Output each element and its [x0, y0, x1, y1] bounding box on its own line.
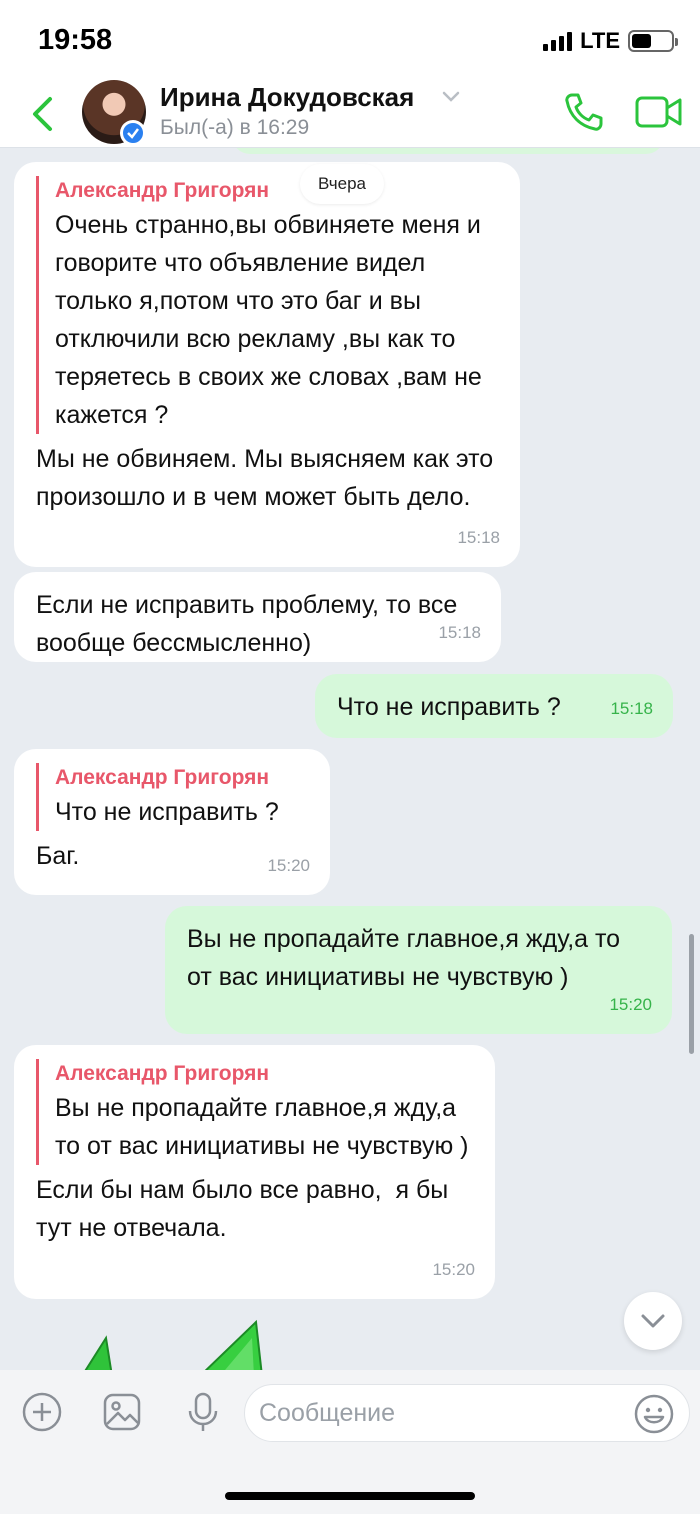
call-button[interactable] — [562, 90, 606, 134]
attach-button[interactable] — [20, 1390, 64, 1434]
date-separator: Вчера — [300, 164, 384, 204]
verified-badge-icon — [120, 120, 146, 146]
message-bubble[interactable]: Александр Григорян Вы не пропадайте глав… — [14, 1045, 495, 1299]
chevron-down-icon — [641, 1314, 665, 1328]
chat-header: Ирина Докудовская Был(-а) в 16:29 — [0, 80, 700, 148]
message-list[interactable]: Александр Григорян Очень странно,вы обви… — [0, 148, 700, 1370]
reply-quote[interactable]: Александр Григорян Что не исправить ? — [36, 763, 308, 831]
reply-quote[interactable]: Александр Григорян Очень странно,вы обви… — [36, 176, 498, 434]
chevron-down-icon[interactable] — [441, 90, 461, 104]
status-bar: 19:58 LTE — [0, 0, 700, 80]
composer-bar — [0, 1370, 700, 1514]
back-button[interactable] — [22, 90, 62, 138]
message-bubble[interactable]: Александр Григорян Что не исправить ? Ба… — [14, 749, 330, 895]
battery-icon — [628, 30, 678, 52]
sticker-image[interactable] — [60, 1316, 290, 1370]
signal-icon — [543, 31, 573, 51]
network-label: LTE — [580, 28, 620, 53]
plus-circle-icon — [22, 1392, 62, 1432]
message-time: 15:18 — [438, 623, 481, 642]
message-time: 15:18 — [457, 528, 500, 547]
phone-icon — [565, 93, 603, 131]
voice-message-button[interactable] — [181, 1390, 225, 1434]
message-time: 15:20 — [267, 856, 310, 875]
last-seen-status: Был(-а) в 16:29 — [160, 116, 310, 139]
home-indicator — [225, 1492, 475, 1500]
message-text: Вы не пропадайте главное,я жду,а то от в… — [187, 925, 628, 991]
message-field[interactable] — [244, 1384, 690, 1442]
message-time: 15:18 — [610, 699, 653, 718]
scrollbar[interactable] — [689, 934, 694, 1054]
message-bubble[interactable]: Вы не пропадайте главное,я жду,а то от в… — [165, 906, 672, 1034]
quote-text: Очень странно,вы обвиняете меня и говори… — [55, 211, 482, 429]
message-bubble[interactable]: Если не исправить проблему, то все вообщ… — [14, 572, 501, 662]
video-camera-icon — [635, 96, 682, 128]
quote-text: Вы не пропадайте главное,я жду,а то от в… — [55, 1094, 469, 1160]
reply-quote[interactable]: Александр Григорян Вы не пропадайте глав… — [36, 1059, 473, 1165]
status-time: 19:58 — [38, 24, 113, 56]
message-text: Если не исправить проблему, то все вообщ… — [36, 591, 465, 657]
message-time: 15:20 — [432, 1260, 475, 1279]
emoji-button[interactable] — [633, 1393, 675, 1435]
contact-name[interactable]: Ирина Докудовская — [160, 82, 414, 113]
message-bubble[interactable]: Что не исправить ? 15:18 — [315, 674, 673, 738]
message-text: Если бы нам было все равно, я бы тут не … — [36, 1176, 456, 1242]
message-time: 15:20 — [609, 995, 652, 1014]
status-indicators: LTE — [543, 28, 678, 54]
quote-author: Александр Григорян — [55, 766, 270, 789]
video-call-button[interactable] — [634, 92, 684, 132]
message-text: Мы не обвиняем. Мы выясняем как это прои… — [36, 445, 501, 511]
quote-author: Александр Григорян — [55, 179, 270, 202]
message-bubble[interactable]: Александр Григорян Очень странно,вы обви… — [14, 162, 520, 567]
message-text: Что не исправить ? — [337, 693, 561, 721]
message-bubble-partial — [232, 148, 664, 154]
message-input[interactable] — [259, 1393, 619, 1433]
smile-icon — [634, 1394, 674, 1434]
gallery-button[interactable] — [100, 1390, 144, 1434]
quote-author: Александр Григорян — [55, 1062, 270, 1085]
chevron-left-icon — [33, 97, 52, 131]
microphone-icon — [188, 1392, 218, 1431]
scroll-to-bottom-button[interactable] — [624, 1292, 682, 1350]
quote-text: Что не исправить ? — [55, 798, 279, 826]
image-icon — [103, 1393, 141, 1431]
